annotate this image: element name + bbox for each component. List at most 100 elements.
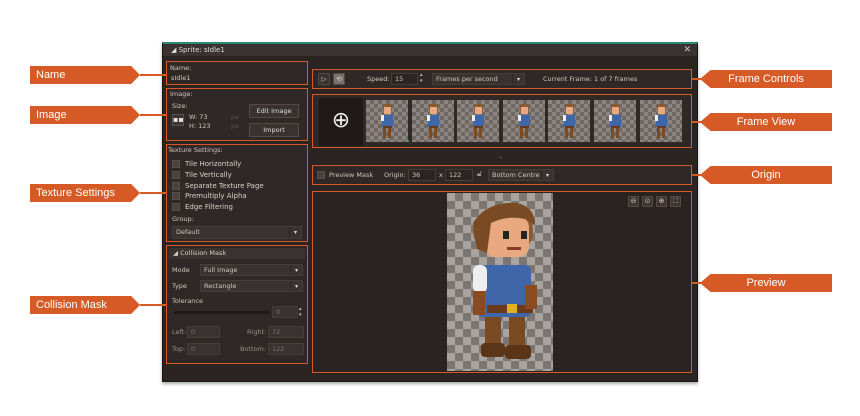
sprite-canvas[interactable] <box>447 193 553 371</box>
collision-header-label: Collision Mask <box>180 249 227 257</box>
collision-mask-panel: ◢ Collision Mask Mode Full Image ▾ Type R… <box>166 245 308 364</box>
collapse-icon: ◢ <box>171 46 179 54</box>
name-panel: Name: sIdle1 <box>166 61 308 85</box>
type-select[interactable]: Rectangle ▾ <box>200 280 303 292</box>
origin-preset-value: Bottom Centre <box>492 171 540 179</box>
sprite-frame-image <box>654 104 667 138</box>
add-frame-button[interactable]: ⊕ <box>319 98 363 146</box>
origin-preset-select[interactable]: Bottom Centre ▾ <box>488 169 554 181</box>
tolerance-label: Tolerance <box>172 297 203 305</box>
annotation-line <box>692 78 702 80</box>
splitter-handle[interactable]: ⌃ <box>498 156 503 163</box>
checkbox[interactable] <box>172 192 180 201</box>
type-value: Rectangle <box>204 282 237 290</box>
annotation-line <box>140 192 166 194</box>
resize-icon[interactable]: ▪▪ <box>172 114 184 126</box>
annotation-line <box>140 114 166 116</box>
annotation-name: Name <box>30 66 140 84</box>
sprite-frame-image <box>426 104 439 138</box>
frame-thumbnail[interactable] <box>457 100 500 142</box>
close-icon[interactable]: ✕ <box>683 44 691 56</box>
current-frame-label: Current Frame: 1 of 7 frames <box>543 75 638 83</box>
preview-mask-checkbox[interactable] <box>317 171 325 179</box>
top-input[interactable]: 0 <box>187 343 220 355</box>
frame-thumbnail[interactable] <box>548 100 591 142</box>
import-button[interactable]: Import <box>249 123 299 137</box>
right-input[interactable]: 72 <box>268 326 304 338</box>
collision-mask-header[interactable]: ◢ Collision Mask <box>169 248 305 259</box>
tile-horizontally-option[interactable]: Tile Horizontally <box>172 159 264 170</box>
name-label: Name: <box>170 64 192 72</box>
left-label: Left: <box>172 328 187 336</box>
annotation-line <box>692 282 702 284</box>
name-input[interactable]: sIdle1 <box>168 73 305 84</box>
zoom-in-icon[interactable]: ⊕ <box>656 196 667 207</box>
sprite-frame-image <box>517 104 530 138</box>
frame-thumbnail[interactable] <box>366 100 408 142</box>
sprite-frame-image <box>381 104 393 138</box>
right-label: Right: <box>247 328 267 336</box>
origin-y-input[interactable]: 122 <box>445 169 473 181</box>
texture-options: Tile Horizontally Tile Vertically Separa… <box>172 159 264 212</box>
checkbox[interactable] <box>172 181 180 190</box>
option-label: Tile Horizontally <box>185 160 242 169</box>
frame-thumbnail[interactable] <box>502 100 545 142</box>
chevron-down-icon: ▾ <box>512 74 524 84</box>
zoom-out-icon[interactable]: ⊖ <box>628 196 639 207</box>
annotation-image: Image <box>30 106 140 124</box>
annotation-texture-settings: Texture Settings <box>30 184 140 202</box>
window-title: Sprite: sIdle1 <box>178 46 225 54</box>
origin-x-input[interactable]: 36 <box>408 169 436 181</box>
origin-label: Origin: <box>384 171 406 179</box>
loop-icon[interactable]: ⟲ <box>333 73 345 85</box>
sprite-frame-image <box>472 104 485 138</box>
fit-screen-icon[interactable]: ⛶ <box>670 196 681 207</box>
plus-circle-icon: ⊕ <box>331 108 351 133</box>
bottom-input[interactable]: 122 <box>268 343 304 355</box>
speed-input[interactable]: 15 <box>391 73 418 85</box>
frame-thumbnail[interactable] <box>594 100 636 142</box>
mode-label: Mode <box>172 266 190 274</box>
sprite-frame-image <box>609 104 621 138</box>
chevron-down-icon: ▾ <box>290 281 302 291</box>
tolerance-stepper[interactable]: ▴ ▾ <box>299 306 302 318</box>
chevron-down-icon: ▾ <box>541 170 553 180</box>
speed-unit-select[interactable]: Frames per second ▾ <box>432 73 525 85</box>
mode-select[interactable]: Full Image ▾ <box>200 264 303 276</box>
preview-mask-label: Preview Mask <box>329 171 374 179</box>
edge-filtering-option[interactable]: Edge Filtering <box>172 202 264 213</box>
annotation-preview: Preview <box>700 274 832 292</box>
tolerance-slider[interactable] <box>174 311 269 314</box>
annotation-line <box>140 74 166 76</box>
type-label: Type <box>172 282 187 290</box>
annotation-origin: Origin <box>700 166 832 184</box>
group-select[interactable]: Default ▾ <box>172 226 302 239</box>
mode-value: Full Image <box>204 266 238 274</box>
annotation-line <box>692 174 702 176</box>
window-title-bar[interactable]: ◢ Sprite: sIdle1 <box>163 44 697 56</box>
tile-vertically-option[interactable]: Tile Vertically <box>172 170 264 181</box>
chevron-down-icon: ▾ <box>290 265 302 275</box>
height-unit: px <box>231 122 239 130</box>
checkbox[interactable] <box>172 203 180 212</box>
edit-image-button[interactable]: Edit Image <box>249 104 299 118</box>
frame-thumbnail[interactable] <box>411 100 454 142</box>
annotation-line <box>140 304 166 306</box>
width-unit: px <box>231 113 239 121</box>
frame-thumbnail[interactable] <box>639 100 682 142</box>
lock-icon[interactable]: 🔓︎ <box>477 169 482 179</box>
checkbox[interactable] <box>172 160 180 169</box>
image-panel: Image: Size: ▪▪ W: 73 H: 123 px px Edit … <box>166 88 308 141</box>
sprite-character-image <box>473 202 537 359</box>
separate-texture-page-option[interactable]: Separate Texture Page <box>172 180 264 191</box>
option-label: Tile Vertically <box>185 171 232 180</box>
play-icon[interactable]: ▷ <box>318 73 330 85</box>
tolerance-input[interactable]: 0 <box>272 306 298 318</box>
checkbox[interactable] <box>172 171 180 180</box>
option-label: Premultiply Alpha <box>185 192 247 201</box>
speed-stepper[interactable]: ▴ ▾ <box>420 72 423 84</box>
zoom-reset-icon[interactable]: ⊙ <box>642 196 653 207</box>
left-input[interactable]: 0 <box>187 326 220 338</box>
speed-label: Speed: <box>367 75 390 83</box>
premultiply-alpha-option[interactable]: Premultiply Alpha <box>172 191 264 202</box>
